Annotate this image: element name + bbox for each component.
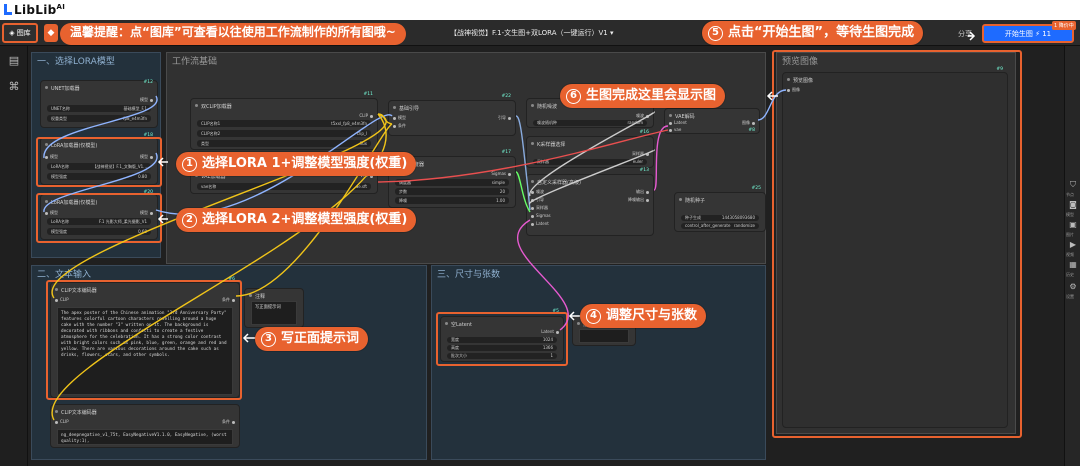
camera-icon[interactable]: ◙ [1068, 200, 1078, 210]
share-button[interactable]: 分享 [958, 29, 972, 39]
video-icon[interactable]: ▶ [1068, 240, 1078, 250]
image-icon[interactable]: ▣ [1068, 220, 1078, 230]
output-port[interactable]: 降噪输出 [628, 197, 649, 203]
clip-type-widget[interactable]: 类型 flux [197, 140, 371, 147]
logo[interactable]: LibLibAI [4, 3, 65, 17]
input-port[interactable]: 条件 [393, 123, 406, 129]
shield-icon[interactable]: ⛉ [1068, 180, 1078, 190]
gear-icon[interactable]: ⚙ [1068, 282, 1078, 292]
vae-name-widget[interactable]: vae名称 ae.sft [197, 183, 371, 190]
input-port[interactable]: Sigmas [531, 213, 551, 218]
control-after-generate-widget[interactable]: control_after_generate randomize [681, 223, 759, 229]
input-port[interactable]: Latent [669, 120, 687, 125]
highlight-size [436, 312, 568, 366]
callout-step-6: 6 生图完成这里会显示图 [560, 84, 726, 108]
input-port[interactable]: CLIP [55, 419, 69, 424]
input-port[interactable]: 噪波 [531, 189, 544, 195]
vae-decode-node[interactable]: VAE解码 #8 Latent vae 图像 [664, 108, 760, 134]
output-port[interactable]: 采样器 [632, 151, 649, 157]
tree-icon[interactable]: ⌘ [7, 80, 21, 94]
input-port[interactable]: vae [669, 127, 681, 132]
steps-widget[interactable]: 步数 20 [395, 188, 509, 195]
note-text[interactable]: 写正面提示词 [251, 301, 297, 325]
note-node[interactable]: 注释 写正面提示词 [244, 288, 304, 328]
weight-dtype-widget[interactable]: 权重类型 fp8_e4m3fn [47, 115, 151, 122]
tip-banner: 温馨提醒：点“图库”可查看以往使用工作流制作的所有图哦~ [60, 23, 406, 45]
clip-name-1-widget[interactable]: CLIP名称1 t5xxl_fp8_e4m3fn [197, 120, 371, 127]
output-port[interactable]: CLIP [359, 113, 373, 118]
discount-badge: 1 降价中 [1052, 21, 1076, 30]
output-port[interactable]: Sigmas [491, 171, 511, 176]
output-port[interactable]: 模型 [140, 97, 153, 103]
chevron-down-icon: ▾ [609, 29, 614, 37]
output-port[interactable]: 引导 [498, 115, 511, 121]
input-port[interactable]: Latent [531, 221, 549, 226]
clip-name-2-widget[interactable]: CLIP名称2 clip_l [197, 130, 371, 137]
history-icon[interactable]: ▦ [1068, 260, 1078, 270]
note-text-2[interactable] [579, 329, 629, 343]
output-port[interactable]: 输出 [636, 189, 649, 195]
document-icon[interactable]: ▤ [7, 54, 21, 68]
workflow-logo-icon: ◆ [44, 24, 58, 42]
seed-widget[interactable]: 种子生成 1443058093680 [681, 215, 759, 221]
dual-clip-loader-node[interactable]: 双CLIP加载器 #11 CLIP CLIP名称1 t5xxl_fp8_e4m3f… [190, 92, 378, 150]
input-port[interactable]: 引导 [531, 197, 544, 203]
callout-step-2: 2 选择LORA 2+调整模型强度(权重) [176, 208, 417, 232]
clip-text-encode-negative-node[interactable]: CLIP文本编码器 CLIP 条件 ng_deepnegative_v1_75t… [50, 404, 240, 448]
scheduler-widget[interactable]: 调度器 simple [395, 179, 509, 186]
output-port[interactable]: 条件 [222, 419, 235, 425]
right-sidebar: ⛉ 节点 ◙ 模型 ▣ 图片 ▶ 视频 ▦ 历史 ⚙ 设置 [1064, 46, 1080, 466]
workflow-title[interactable]: 【战神视觉】F.1-文生图+双LORA（一键运行）V1 ▾ [450, 28, 614, 38]
highlight-prompt [46, 280, 242, 400]
site-header [0, 0, 1080, 20]
sampler-select-node[interactable]: K采样器选择 #16 采样器 采样器 euler [526, 130, 654, 168]
logo-icon [4, 4, 12, 15]
highlight-preview [772, 50, 1022, 438]
seed-generator-node[interactable]: 随机种子 #25 种子生成 1443058093680 control_after… [674, 186, 766, 232]
highlight-lora-2 [36, 193, 162, 243]
stack-icon: ◈ [9, 29, 15, 37]
custom-sampler-node[interactable]: 自定义采样器(高级) #13 噪波 引导 采样器 Sigmas Latent 输… [526, 168, 654, 236]
input-port[interactable]: 采样器 [531, 205, 548, 211]
input-port[interactable]: 模型 [393, 115, 406, 121]
callout-step-1: 1 选择LORA 1+调整模型强度(权重) [176, 152, 417, 176]
denoise-widget[interactable]: 降噪 1.00 [395, 197, 509, 204]
output-port[interactable]: 图像 [742, 120, 755, 126]
gallery-button[interactable]: ◈ 图库 [2, 23, 38, 43]
callout-step-4: 4 调整尺寸与张数 [580, 304, 707, 328]
negative-prompt-textarea[interactable]: ng_deepnegative_v1_75t, EasyNegativeV1.1… [57, 429, 233, 445]
highlight-lora-1 [36, 137, 162, 187]
sampler-name-widget[interactable]: 采样器 euler [533, 159, 647, 165]
unet-loader-node[interactable]: UNET加载器 #12 模型 UNET名称 基础模型_F.1 权重类型 fp8_e4… [40, 80, 158, 128]
callout-step-3: 3 写正面提示词 [255, 327, 369, 351]
basic-guider-node[interactable]: 基础引导 #22 模型 条件 引导 [388, 94, 516, 136]
noise-seed-widget[interactable]: 噪波随机种 random [533, 120, 647, 126]
left-sidebar: ▤ ⌘ [0, 46, 28, 466]
unet-name-widget[interactable]: UNET名称 基础模型_F.1 [47, 105, 151, 112]
output-port[interactable]: 噪波 [636, 113, 649, 119]
callout-step-5: 5 点击“开始生图”，等待生图完成 [702, 21, 924, 45]
